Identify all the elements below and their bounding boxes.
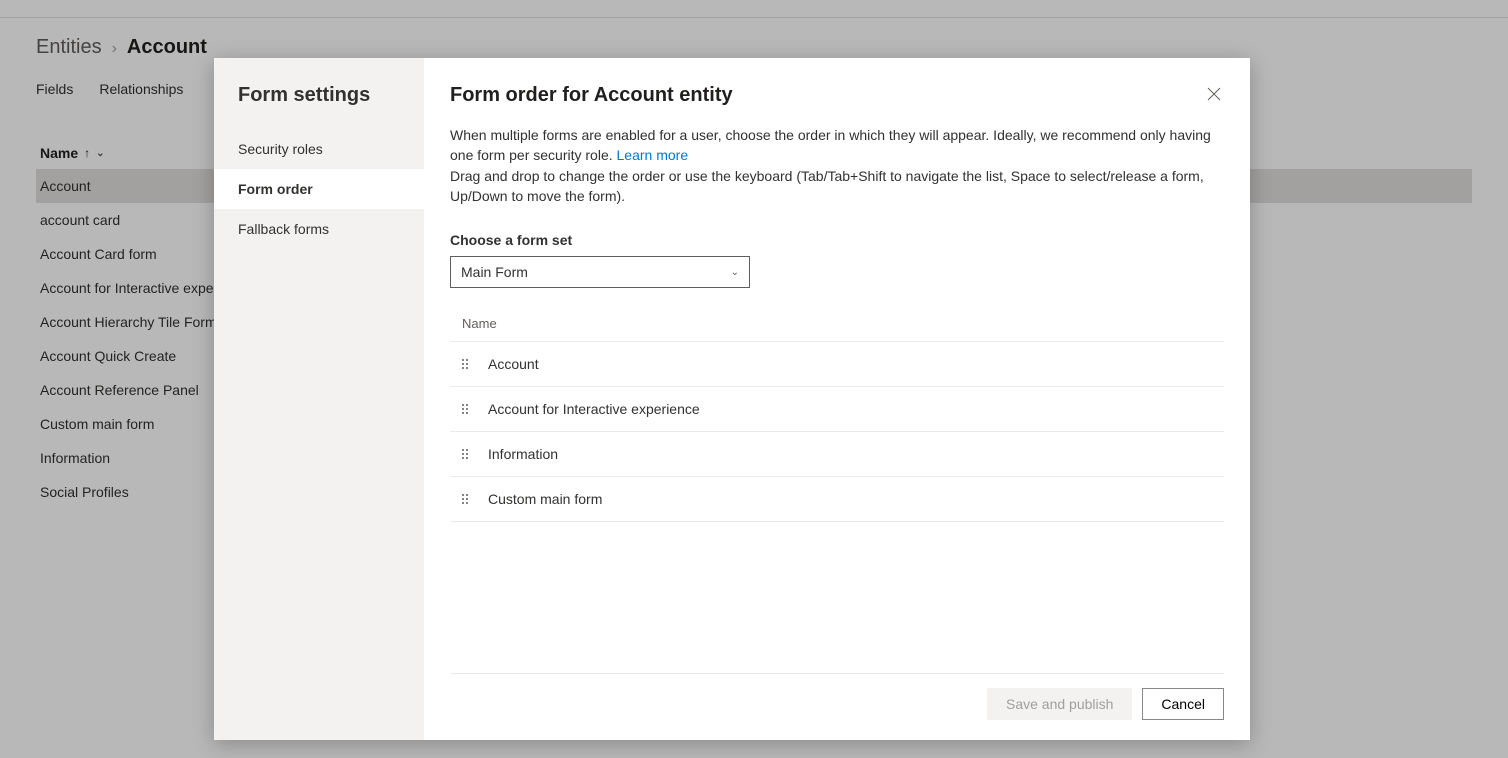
- formset-value: Main Form: [461, 264, 528, 280]
- order-list-header: Name: [450, 306, 1224, 341]
- dialog-footer: Save and publish Cancel: [450, 673, 1224, 720]
- sidebar-nav-item[interactable]: Fallback forms: [214, 209, 424, 249]
- order-row-label: Account: [488, 356, 539, 372]
- dialog-description: When multiple forms are enabled for a us…: [450, 125, 1220, 206]
- close-icon: [1206, 86, 1222, 102]
- order-row-label: Information: [488, 446, 558, 462]
- drag-handle-icon[interactable]: [462, 359, 472, 369]
- dialog-desc-2: Drag and drop to change the order or use…: [450, 168, 1204, 204]
- order-list: Name Account Account for Interactive expe…: [450, 306, 1224, 522]
- order-row[interactable]: Custom main form: [450, 476, 1224, 522]
- formset-select[interactable]: Main Form ⌄: [450, 256, 750, 288]
- cancel-button[interactable]: Cancel: [1142, 688, 1224, 720]
- formset-label: Choose a form set: [450, 232, 1224, 248]
- drag-handle-icon[interactable]: [462, 494, 472, 504]
- dialog-sidebar-title: Form settings: [214, 84, 424, 129]
- order-row-label: Account for Interactive experience: [488, 401, 700, 417]
- form-settings-dialog: Form settings Security rolesForm orderFa…: [214, 58, 1250, 740]
- dialog-main: Form order for Account entity When multi…: [424, 58, 1250, 740]
- order-row-label: Custom main form: [488, 491, 602, 507]
- save-publish-button[interactable]: Save and publish: [987, 688, 1132, 720]
- order-row[interactable]: Account for Interactive experience: [450, 386, 1224, 431]
- learn-more-link[interactable]: Learn more: [617, 147, 689, 163]
- drag-handle-icon[interactable]: [462, 404, 472, 414]
- dialog-desc-1: When multiple forms are enabled for a us…: [450, 127, 1211, 163]
- close-button[interactable]: [1200, 80, 1228, 108]
- dialog-title: Form order for Account entity: [450, 84, 1224, 107]
- dialog-sidebar: Form settings Security rolesForm orderFa…: [214, 58, 424, 740]
- sidebar-nav-item[interactable]: Security roles: [214, 129, 424, 169]
- chevron-down-icon: ⌄: [731, 267, 739, 278]
- sidebar-nav-item[interactable]: Form order: [214, 169, 424, 209]
- drag-handle-icon[interactable]: [462, 449, 472, 459]
- order-row[interactable]: Information: [450, 431, 1224, 476]
- order-row[interactable]: Account: [450, 341, 1224, 386]
